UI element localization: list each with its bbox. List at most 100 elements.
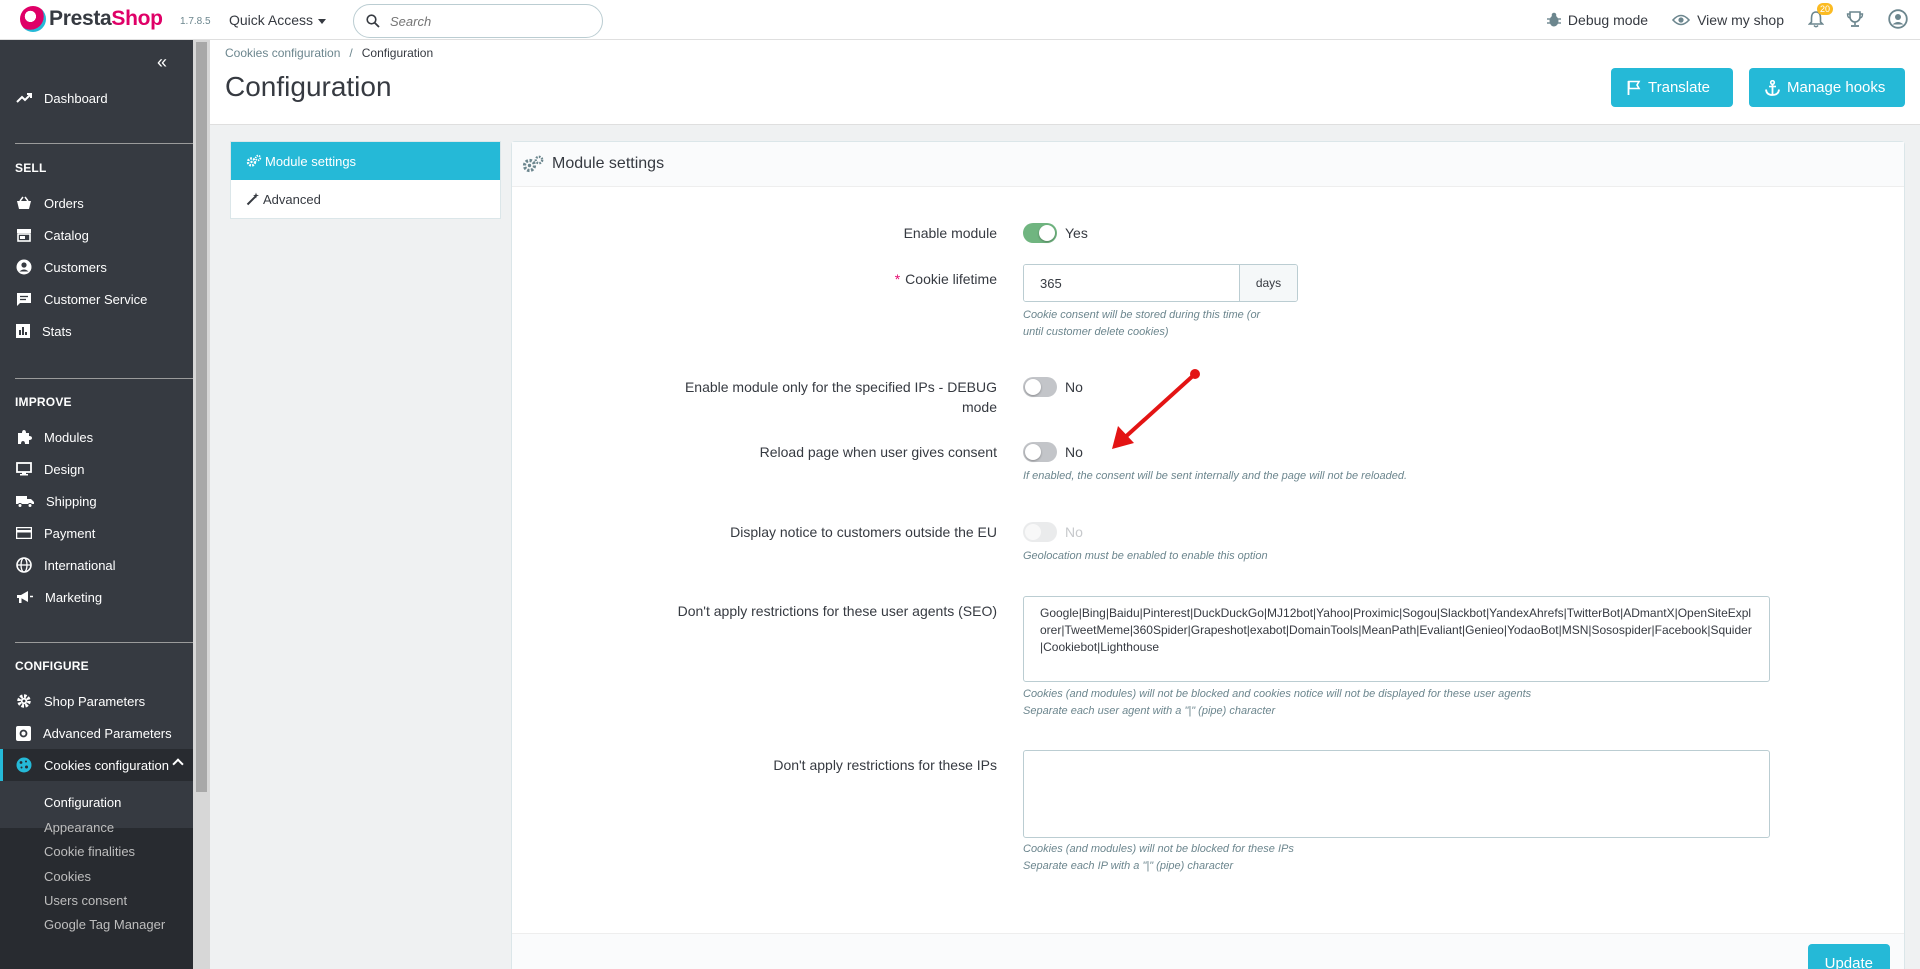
sidebar-item-international[interactable]: International — [0, 549, 193, 581]
ips-label: Don't apply restrictions for these IPs — [773, 757, 997, 773]
cogs-icon — [522, 155, 544, 173]
trophy-button[interactable] — [1846, 10, 1864, 31]
debug-mode-link[interactable]: Debug mode — [1546, 12, 1649, 28]
sidebar-item-label: Design — [44, 461, 85, 477]
prestashop-logo[interactable]: PrestaShop — [20, 6, 163, 32]
magic-wand-icon — [246, 192, 259, 206]
sidebar-item-label: Shop Parameters — [44, 693, 146, 709]
view-my-shop-link[interactable]: View my shop — [1672, 12, 1784, 28]
breadcrumb-current: Configuration — [361, 46, 434, 60]
sidebar-item-advanced-parameters[interactable]: Advanced Parameters — [0, 717, 193, 749]
sidebar-item-design[interactable]: Design — [0, 453, 193, 485]
ips-textarea[interactable] — [1023, 750, 1770, 838]
sidebar-scrollbar[interactable] — [193, 40, 210, 969]
logo-text-prefix: Presta — [49, 7, 112, 30]
label-line: mode — [961, 399, 997, 415]
panel-title: Module settings — [552, 155, 665, 172]
ips-help: Cookies (and modules) will not be blocke… — [1023, 841, 1294, 875]
sidebar-item-dashboard[interactable]: Dashboard — [0, 82, 193, 114]
basket-icon — [17, 196, 31, 209]
eye-icon — [1672, 14, 1691, 26]
user-agents-textarea[interactable]: Google|Bing|Baidu|Pinterest|DuckDuckGo|M… — [1023, 596, 1770, 682]
panel-header: Module settings — [512, 142, 1904, 187]
account-circle-icon — [16, 259, 32, 275]
cookie-lifetime-label-text: Cookie lifetime — [905, 271, 997, 287]
enable-module-value: Yes — [1065, 225, 1088, 241]
reload-page-value: No — [1065, 444, 1083, 460]
sidebar-item-cookies-configuration[interactable]: Cookies configuration — [0, 749, 193, 781]
search-box[interactable] — [353, 4, 603, 38]
module-settings-panel: Module settings Enable module Yes * Cooki… — [511, 141, 1905, 969]
cogs-icon — [246, 154, 262, 167]
tab-advanced[interactable]: Advanced — [231, 180, 500, 218]
sidebar-item-stats[interactable]: Stats — [0, 315, 193, 347]
debug-ips-value: No — [1065, 379, 1083, 395]
sidebar-item-customer-service[interactable]: Customer Service — [0, 283, 193, 315]
submenu-item-cookies[interactable]: Cookies — [44, 869, 91, 884]
cookie-lifetime-input[interactable] — [1024, 265, 1239, 301]
breadcrumb-parent-link[interactable]: Cookies configuration — [225, 46, 340, 60]
outside-eu-help: Geolocation must be enabled to enable th… — [1023, 550, 1268, 562]
sidebar-item-label: Customer Service — [44, 291, 148, 307]
store-icon — [17, 229, 31, 242]
sidebar-item-label: Modules — [44, 429, 94, 445]
bug-icon — [1546, 12, 1561, 27]
outside-eu-value: No — [1065, 524, 1083, 540]
outside-eu-label: Display notice to customers outside the … — [730, 524, 997, 540]
sidebar-item-label: Stats — [42, 323, 72, 339]
search-input[interactable] — [390, 13, 580, 29]
sidebar-item-label: Catalog — [44, 227, 89, 243]
user-agents-help: Cookies (and modules) will not be blocke… — [1023, 686, 1531, 720]
sidebar-item-label: Orders — [44, 195, 84, 211]
annotation-arrow-icon — [1112, 369, 1200, 449]
section-title-sell: SELL — [15, 161, 47, 175]
update-button[interactable]: Update — [1807, 944, 1890, 969]
sidebar-item-shipping[interactable]: Shipping — [0, 485, 193, 517]
submenu-item-configuration[interactable]: Configuration — [44, 795, 121, 810]
chevron-up-icon — [172, 758, 184, 770]
notifications-button[interactable]: 20 — [1807, 2, 1833, 31]
sidebar-item-catalog[interactable]: Catalog — [0, 219, 193, 251]
user-agents-label: Don't apply restrictions for these user … — [677, 603, 997, 619]
submenu-item-cookie-finalities[interactable]: Cookie finalities — [44, 844, 135, 859]
sidebar-item-modules[interactable]: Modules — [0, 421, 193, 453]
bar-chart-icon — [16, 324, 30, 338]
section-title-configure: CONFIGURE — [15, 659, 89, 673]
user-avatar-button[interactable] — [1888, 8, 1908, 32]
tab-label: Advanced — [263, 191, 321, 207]
sidebar: « Dashboard SELL Orders Catalog Customer… — [0, 40, 193, 969]
reload-page-toggle[interactable] — [1023, 442, 1057, 462]
breadcrumb: Cookies configuration / Configuration — [225, 46, 433, 60]
settings-tabs: Module settings Advanced — [230, 141, 501, 219]
credit-card-icon — [16, 527, 32, 539]
manage-hooks-button[interactable]: Manage hooks — [1749, 68, 1905, 107]
sidebar-item-customers[interactable]: Customers — [0, 251, 193, 283]
sidebar-collapse-button[interactable]: « — [157, 52, 167, 73]
tab-label: Module settings — [265, 153, 357, 169]
sidebar-item-marketing[interactable]: Marketing — [0, 581, 193, 613]
cookie-lifetime-input-group: days — [1023, 264, 1298, 302]
debug-mode-label: Debug mode — [1567, 12, 1649, 28]
version-label: 1.7.8.5 — [180, 16, 211, 27]
submenu-item-google-tag-manager[interactable]: Google Tag Manager — [44, 917, 165, 932]
submenu-item-appearance[interactable]: Appearance — [44, 820, 114, 835]
page-header: Cookies configuration / Configuration Conf… — [210, 40, 1920, 125]
debug-ips-switch[interactable]: No — [1023, 377, 1083, 397]
sidebar-scrollbar-thumb[interactable] — [196, 42, 207, 792]
enable-module-switch[interactable]: Yes — [1023, 223, 1088, 243]
sidebar-item-payment[interactable]: Payment — [0, 517, 193, 549]
sidebar-item-orders[interactable]: Orders — [0, 187, 193, 219]
gear-box-icon — [16, 725, 31, 741]
panel-footer: Update — [512, 933, 1904, 969]
sidebar-item-shop-parameters[interactable]: Shop Parameters — [0, 685, 193, 717]
logo-text-suffix: Shop — [111, 7, 163, 30]
debug-ips-toggle[interactable] — [1023, 377, 1057, 397]
reload-page-switch[interactable]: No — [1023, 442, 1083, 462]
translate-button[interactable]: Translate — [1611, 68, 1733, 107]
enable-module-toggle[interactable] — [1023, 223, 1057, 243]
sidebar-item-label: International — [44, 557, 116, 573]
tab-module-settings[interactable]: Module settings — [231, 142, 500, 180]
submenu-item-users-consent[interactable]: Users consent — [44, 893, 127, 908]
sidebar-item-label: Payment — [44, 525, 96, 541]
quick-access-dropdown[interactable]: Quick Access — [229, 12, 326, 28]
